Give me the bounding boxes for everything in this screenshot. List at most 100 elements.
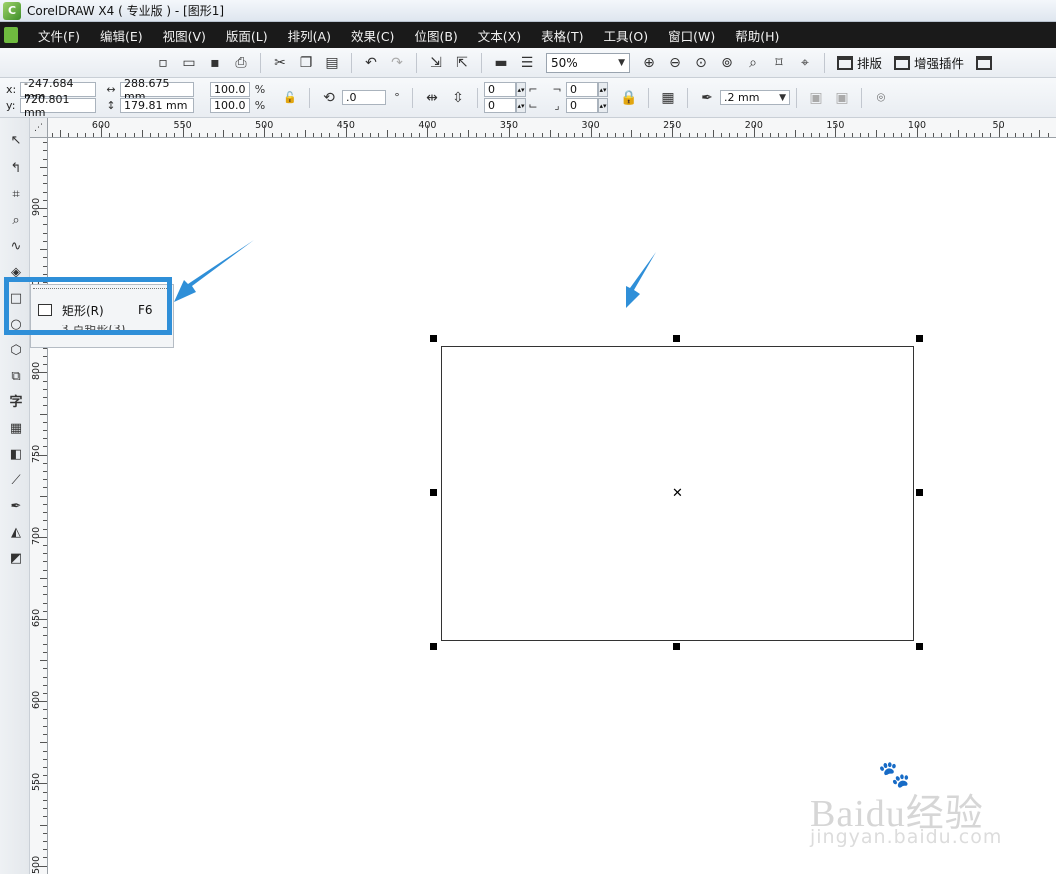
spinner-icon[interactable]: ▴▾	[598, 98, 608, 113]
ruler-label: 700	[31, 526, 42, 545]
scale-y-field[interactable]: 100.0	[210, 98, 250, 113]
copy-icon[interactable]: ❐	[295, 52, 317, 74]
eyedropper-tool-icon[interactable]: ⟋	[6, 470, 26, 490]
selection-handle[interactable]	[916, 643, 923, 650]
outline-width-select[interactable]: .2 mm ▼	[720, 90, 790, 105]
ruler-tick	[957, 130, 959, 137]
menu-arrange[interactable]: 排列(A)	[278, 26, 341, 45]
wrap-text-icon[interactable]: ▦	[657, 87, 679, 109]
ruler-tick	[117, 133, 119, 137]
cut-icon[interactable]: ✂	[269, 52, 291, 74]
shape-tool-icon[interactable]: ↰	[6, 158, 26, 178]
ruler-tick	[207, 133, 209, 137]
y-position-field[interactable]: 720.801 mm	[20, 93, 96, 119]
round-corners-together-icon[interactable]: 🔒	[618, 87, 640, 109]
basic-shapes-tool-icon[interactable]: ⧉	[6, 366, 26, 386]
selection-handle[interactable]	[916, 489, 923, 496]
text-tool-icon[interactable]: 字	[6, 390, 26, 410]
ruler-origin-icon[interactable]: ⋰	[30, 118, 48, 138]
corner-top-right-field[interactable]: 0	[566, 82, 598, 97]
selection-handle[interactable]	[430, 489, 437, 496]
lock-ratio-icon[interactable]: 🔓	[279, 87, 301, 109]
to-front-icon[interactable]: ▣	[805, 87, 827, 109]
horizontal-ruler[interactable]: 60055050045040035030025020015010050	[30, 118, 1056, 138]
interactive-fill-tool-icon[interactable]: ◩	[6, 548, 26, 568]
ruler-tick	[43, 799, 47, 801]
rotation-field[interactable]: .0	[342, 90, 386, 105]
menu-table[interactable]: 表格(T)	[531, 26, 593, 45]
open-folder-icon[interactable]: ▭	[178, 52, 200, 74]
ruler-tick	[859, 133, 861, 137]
to-back-icon[interactable]: ▣	[831, 87, 853, 109]
ruler-label: 550	[31, 773, 42, 792]
ruler-tick	[43, 380, 47, 382]
ruler-tick	[672, 125, 674, 137]
print-icon[interactable]: ⎙	[230, 52, 252, 74]
application-launcher-icon[interactable]: ▬	[490, 52, 512, 74]
table-tool-icon[interactable]: ▦	[6, 418, 26, 438]
spinner-icon[interactable]: ▴▾	[516, 82, 526, 97]
zoom-height-icon[interactable]: ⌖	[794, 52, 816, 74]
ruler-tick	[43, 594, 47, 596]
spinner-icon[interactable]: ▴▾	[516, 98, 526, 113]
height-field[interactable]: 179.81 mm	[120, 98, 194, 113]
mirror-horizontal-icon[interactable]: ⇹	[421, 87, 443, 109]
typesetting-plugin-button[interactable]: 排版	[837, 53, 882, 72]
zoom-level-select[interactable]: 50% ▼	[546, 52, 630, 73]
vertical-ruler[interactable]: 900850800750700650600550500	[30, 138, 48, 874]
menu-view[interactable]: 视图(V)	[153, 26, 216, 45]
save-icon[interactable]: ▪	[204, 52, 226, 74]
ruler-tick	[1023, 133, 1025, 137]
convert-to-curves-icon[interactable]: ⌾	[870, 87, 892, 109]
corner-bottom-left-field[interactable]: 0	[484, 98, 516, 113]
new-document-icon[interactable]: ▫	[152, 52, 174, 74]
menu-window[interactable]: 窗口(W)	[658, 26, 725, 45]
zoom-width-icon[interactable]: ⌑	[768, 52, 790, 74]
spinner-icon[interactable]: ▴▾	[598, 82, 608, 97]
selection-handle[interactable]	[673, 335, 680, 342]
menu-edit[interactable]: 编辑(E)	[90, 26, 153, 45]
menu-text[interactable]: 文本(X)	[468, 26, 531, 45]
interactive-blend-tool-icon[interactable]: ◧	[6, 444, 26, 464]
selection-handle[interactable]	[916, 335, 923, 342]
zoom-tool-icon[interactable]: ⌕	[6, 210, 26, 230]
corner-bottom-right-field[interactable]: 0	[566, 98, 598, 113]
menu-file[interactable]: 文件(F)	[28, 26, 90, 45]
zoom-in-icon[interactable]: ⊕	[638, 52, 660, 74]
redo-icon[interactable]: ↷	[386, 52, 408, 74]
paste-icon[interactable]: ▤	[321, 52, 343, 74]
ruler-tick	[43, 503, 47, 505]
enhance-plugin-button[interactable]: 增强插件	[894, 53, 964, 72]
outline-tool-icon[interactable]: ✒	[6, 496, 26, 516]
corner-top-left-field[interactable]: 0	[484, 82, 516, 97]
freehand-tool-icon[interactable]: ∿	[6, 236, 26, 256]
selection-handle[interactable]	[430, 643, 437, 650]
ruler-tick	[60, 130, 62, 137]
overflow-plugin-button[interactable]	[976, 55, 996, 70]
import-icon[interactable]: ⇲	[425, 52, 447, 74]
fill-tool-icon[interactable]: ◭	[6, 522, 26, 542]
undo-icon[interactable]: ↶	[360, 52, 382, 74]
zoom-out-icon[interactable]: ⊖	[664, 52, 686, 74]
scale-x-field[interactable]: 100.0	[210, 82, 250, 97]
polygon-tool-icon[interactable]: ⬡	[6, 340, 26, 360]
zoom-selected-icon[interactable]: ⊙	[690, 52, 712, 74]
rotation-center-icon[interactable]: ✕	[672, 486, 683, 501]
export-icon[interactable]: ⇱	[451, 52, 473, 74]
width-field[interactable]: 288.675 mm	[120, 77, 194, 103]
crop-tool-icon[interactable]: ⌗	[6, 184, 26, 204]
menu-help[interactable]: 帮助(H)	[725, 26, 789, 45]
menu-effects[interactable]: 效果(C)	[341, 26, 404, 45]
menu-layout[interactable]: 版面(L)	[216, 26, 278, 45]
menu-bitmaps[interactable]: 位图(B)	[404, 26, 467, 45]
document-icon[interactable]	[4, 27, 18, 43]
toolbar-separator	[416, 52, 417, 73]
selection-handle[interactable]	[430, 335, 437, 342]
menu-tools[interactable]: 工具(O)	[594, 26, 659, 45]
selection-handle[interactable]	[673, 643, 680, 650]
zoom-page-icon[interactable]: ⌕	[742, 52, 764, 74]
zoom-all-icon[interactable]: ⊚	[716, 52, 738, 74]
mirror-vertical-icon[interactable]: ⇳	[447, 87, 469, 109]
welcome-screen-icon[interactable]: ☰	[516, 52, 538, 74]
pick-tool-icon[interactable]: ↖	[6, 130, 26, 150]
